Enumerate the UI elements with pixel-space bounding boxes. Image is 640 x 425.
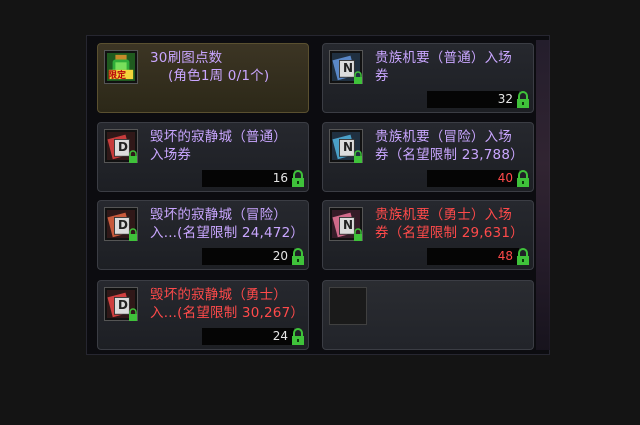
item-card-silent-city-warrior[interactable]: D 毁坏的寂静城（勇士） 入...(名望限制 30,267） 24 xyxy=(97,280,309,350)
item-quantity: 24 xyxy=(272,329,288,343)
lock-icon xyxy=(354,228,362,241)
ticket-letter: D xyxy=(118,140,128,154)
lock-icon xyxy=(354,71,362,84)
item-slot: N xyxy=(329,50,363,84)
lock-icon xyxy=(292,170,304,187)
item-quantity: 16 xyxy=(272,171,288,185)
item-card-noble-warrior[interactable]: N 贵族机要（勇士）入场 券（名望限制 29,631） 48 xyxy=(322,200,534,270)
item-title: 贵族机要（普通）入场 券 xyxy=(375,50,512,84)
item-slot: D xyxy=(104,207,138,241)
ticket-letter: D xyxy=(118,298,128,312)
item-quantity: 20 xyxy=(272,249,288,263)
item-slot: N xyxy=(329,207,363,241)
ticket-letter: N xyxy=(343,218,354,232)
item-title: 毁坏的寂静城（普通） 入场券 xyxy=(150,129,287,163)
lock-icon xyxy=(129,308,137,321)
item-card-refresh-points[interactable]: 限定 30刷图点数 (角色1周 0/1个) xyxy=(97,43,309,113)
item-slot: 限定 xyxy=(104,50,138,84)
item-title: 毁坏的寂静城（勇士） 入...(名望限制 30,267） xyxy=(150,287,305,321)
item-quantity: 40 xyxy=(497,171,513,185)
item-title: 30刷图点数 (角色1周 0/1个) xyxy=(150,50,270,84)
lock-icon xyxy=(517,248,529,265)
ticket-letter: N xyxy=(343,140,354,154)
item-card-empty[interactable] xyxy=(322,280,534,350)
item-card-noble-normal[interactable]: N 贵族机要（普通）入场 券 32 xyxy=(322,43,534,113)
item-card-noble-adventure[interactable]: N 贵族机要（冒险）入场 券（名望限制 23,788） 40 xyxy=(322,122,534,192)
item-card-silent-city-normal[interactable]: D 毁坏的寂静城（普通） 入场券 16 xyxy=(97,122,309,192)
item-slot: D xyxy=(104,287,138,321)
item-slot: D xyxy=(104,129,138,163)
lock-icon xyxy=(129,228,137,241)
background-decoration xyxy=(536,40,550,350)
ticket-letter: N xyxy=(343,61,354,75)
lock-icon xyxy=(354,150,362,163)
item-title: 毁坏的寂静城（冒险） 入...(名望限制 24,472） xyxy=(150,207,305,241)
item-quantity: 48 xyxy=(497,249,513,263)
lock-icon xyxy=(517,91,529,108)
ticket-letter: D xyxy=(118,218,128,232)
item-title: 贵族机要（冒险）入场 券（名望限制 23,788） xyxy=(375,129,524,163)
item-quantity: 32 xyxy=(497,92,513,106)
item-card-silent-city-adventure[interactable]: D 毁坏的寂静城（冒险） 入...(名望限制 24,472） 20 xyxy=(97,200,309,270)
lock-icon xyxy=(129,150,137,163)
lock-icon xyxy=(292,248,304,265)
limited-tag: 限定 xyxy=(108,71,127,81)
item-title: 贵族机要（勇士）入场 券（名望限制 29,631） xyxy=(375,207,524,241)
lock-icon xyxy=(517,170,529,187)
empty-slot xyxy=(329,287,367,325)
lock-icon xyxy=(292,328,304,345)
item-slot: N xyxy=(329,129,363,163)
